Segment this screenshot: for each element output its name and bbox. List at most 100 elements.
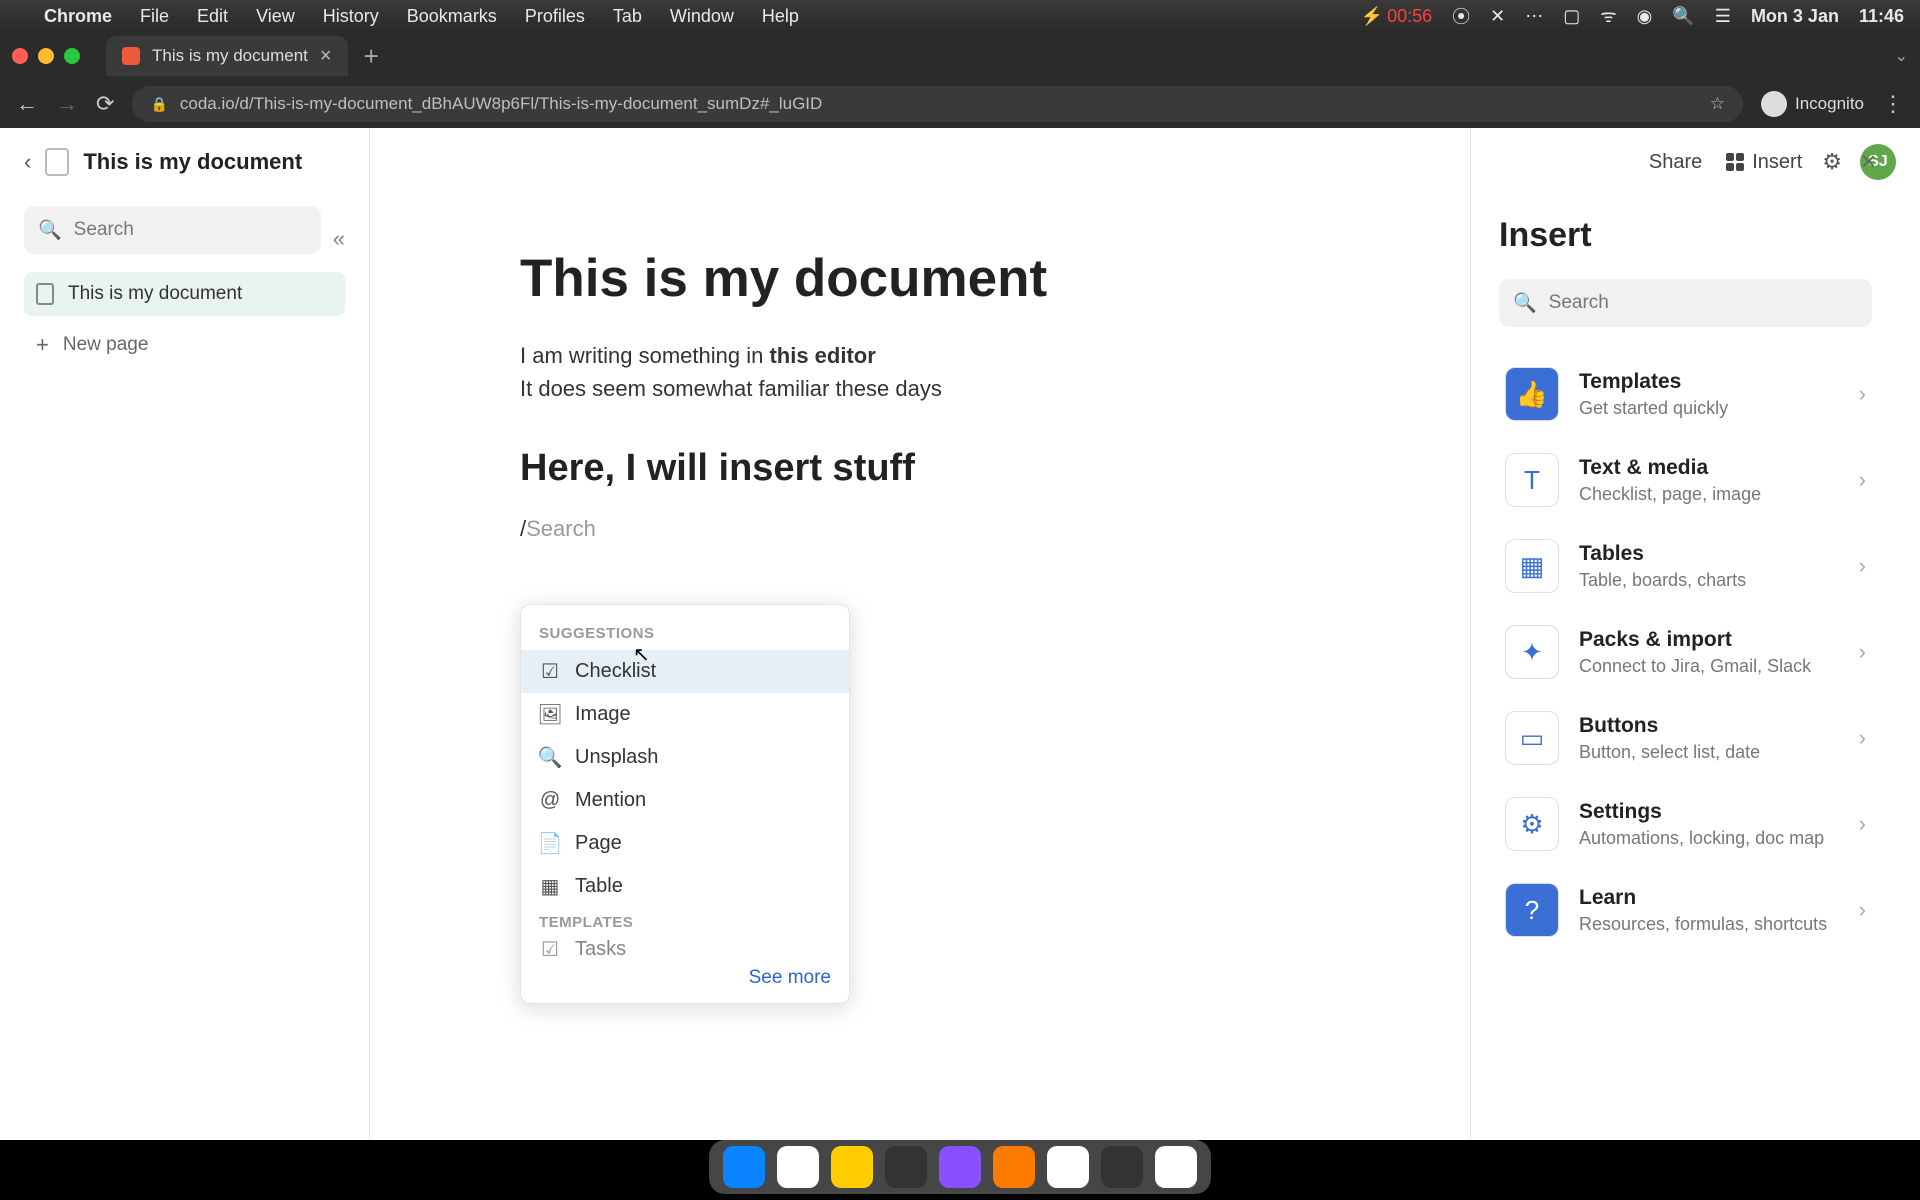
insert-search-placeholder: Search [1549,292,1609,314]
settings-icon: ⚙ [1505,797,1559,851]
tab-overflow-icon[interactable]: ⌄ [1895,46,1908,66]
spotlight-icon[interactable]: 🔍 [1672,6,1694,27]
app-name[interactable]: Chrome [44,6,112,27]
learn-icon: ? [1505,883,1559,937]
menu-tab[interactable]: Tab [613,6,642,27]
popover-item-unsplash[interactable]: 🔍Unsplash [521,736,849,779]
insert-item-text-media[interactable]: T Text & mediaChecklist, page, image › [1499,437,1872,523]
menubar-time[interactable]: 11:46 [1859,6,1904,27]
menubar-extra-icon-3[interactable]: ⋯ [1525,6,1543,27]
dock-app-3[interactable] [831,1146,873,1188]
packs-icon: ✦ [1505,625,1559,679]
window-controls [12,48,80,64]
menu-edit[interactable]: Edit [197,6,228,27]
menu-view[interactable]: View [256,6,295,27]
tab-favicon-icon [122,47,140,65]
new-page-button[interactable]: + New page [24,316,345,374]
menu-history[interactable]: History [323,6,379,27]
popover-item-table[interactable]: ▦Table [521,865,849,908]
dock-app-5[interactable] [939,1146,981,1188]
dock-app-trash[interactable] [1155,1146,1197,1188]
dock-app-chrome[interactable] [777,1146,819,1188]
menubar-date[interactable]: Mon 3 Jan [1751,6,1839,27]
insert-item-buttons[interactable]: ▭ ButtonsButton, select list, date › [1499,695,1872,781]
new-tab-button[interactable]: + [364,41,379,72]
popover-see-more-link[interactable]: See more [521,959,849,995]
paragraph-line-2[interactable]: It does seem somewhat familiar these day… [520,372,1320,405]
sidebar-page-item[interactable]: This is my document [24,272,345,316]
left-sidebar: 🔍 Search « This is my document + New pag… [0,128,370,1140]
forward-button[interactable]: → [56,91,78,117]
insert-item-tables[interactable]: ▦ TablesTable, boards, charts › [1499,523,1872,609]
breadcrumb[interactable]: ‹ This is my document [24,148,302,176]
popover-item-mention[interactable]: @Mention [521,779,849,822]
maximize-window-button[interactable] [64,48,80,64]
mention-icon: @ [539,790,561,812]
back-button[interactable]: ← [16,91,38,117]
battery-icon[interactable]: ▢ [1563,6,1580,27]
chevron-right-icon: › [1859,381,1866,407]
control-center-icon[interactable]: ◉ [1637,6,1653,27]
dock-app-4[interactable] [885,1146,927,1188]
collapse-sidebar-icon[interactable]: « [333,226,345,252]
search-placeholder: Search [74,219,134,241]
lock-icon: 🔒 [150,96,167,113]
menu-items: File Edit View History Bookmarks Profile… [140,6,799,27]
menubar-extra-icon[interactable]: ⦿ [1452,3,1470,29]
browser-tab[interactable]: This is my document × [106,36,348,76]
tasks-icon: ☑ [539,939,561,959]
chevron-right-icon: › [1859,811,1866,837]
close-window-button[interactable] [12,48,28,64]
back-chevron-icon[interactable]: ‹ [24,149,31,175]
chevron-right-icon: › [1859,725,1866,751]
close-panel-icon[interactable]: × [1861,146,1876,177]
dock-app-8[interactable] [1101,1146,1143,1188]
browser-menu-icon[interactable]: ⋮ [1882,91,1904,117]
insert-panel-title: Insert [1499,216,1872,255]
wifi-icon[interactable]: ᯤ [1600,4,1616,28]
menu-profiles[interactable]: Profiles [525,6,585,27]
paragraph-line-1[interactable]: I am writing something in this editor [520,339,1320,372]
browser-toolbar: ← → ⟳ 🔒 coda.io/d/This-is-my-document_dB… [0,80,1920,128]
incognito-icon [1761,91,1787,117]
dock-app-7[interactable] [1047,1146,1089,1188]
dock-app-6[interactable] [993,1146,1035,1188]
siri-icon[interactable]: ☰ [1715,6,1731,27]
dock-app-finder[interactable] [723,1146,765,1188]
battery-status-icon[interactable]: ⚡00:56 [1361,6,1432,27]
menu-window[interactable]: Window [670,6,734,27]
incognito-indicator[interactable]: Incognito [1761,91,1864,117]
popover-item-image[interactable]: 🖼Image [521,693,849,736]
chevron-right-icon: › [1859,897,1866,923]
insert-item-settings[interactable]: ⚙ SettingsAutomations, locking, doc map … [1499,781,1872,867]
menu-file[interactable]: File [140,6,169,27]
page-title[interactable]: This is my document [520,248,1320,309]
popover-item-page[interactable]: 📄Page [521,822,849,865]
popover-section-suggestions: SUGGESTIONS [521,619,849,650]
menu-help[interactable]: Help [762,6,799,27]
browser-tabbar: This is my document × + ⌄ [0,32,1920,80]
insert-item-packs-import[interactable]: ✦ Packs & importConnect to Jira, Gmail, … [1499,609,1872,695]
reload-button[interactable]: ⟳ [96,91,114,117]
menu-bookmarks[interactable]: Bookmarks [407,6,497,27]
text-media-icon: T [1505,453,1559,507]
sidebar-search-input[interactable]: 🔍 Search [24,206,321,254]
menubar-extra-icon-2[interactable]: ✕ [1490,6,1505,27]
heading-2[interactable]: Here, I will insert stuff [520,447,1320,490]
slash-command-input[interactable]: /Search [520,516,1320,542]
insert-item-templates[interactable]: 👍 TemplatesGet started quickly › [1499,351,1872,437]
tab-close-icon[interactable]: × [320,45,332,68]
editor-area[interactable]: This is my document I am writing somethi… [370,128,1470,1140]
address-bar[interactable]: 🔒 coda.io/d/This-is-my-document_dBhAUW8p… [132,86,1743,122]
plus-icon: + [36,332,49,358]
popover-item-tasks[interactable]: ☑Tasks [521,939,849,959]
bookmark-star-icon[interactable]: ☆ [1710,94,1725,114]
popover-item-checklist[interactable]: ☑Checklist [521,650,849,693]
document-icon [45,148,69,176]
minimize-window-button[interactable] [38,48,54,64]
sidebar-page-label: This is my document [68,283,242,305]
templates-icon: 👍 [1505,367,1559,421]
insert-search-input[interactable]: 🔍 Search [1499,279,1872,327]
insert-item-learn[interactable]: ? LearnResources, formulas, shortcuts › [1499,867,1872,953]
search-icon: 🔍 [539,747,561,769]
